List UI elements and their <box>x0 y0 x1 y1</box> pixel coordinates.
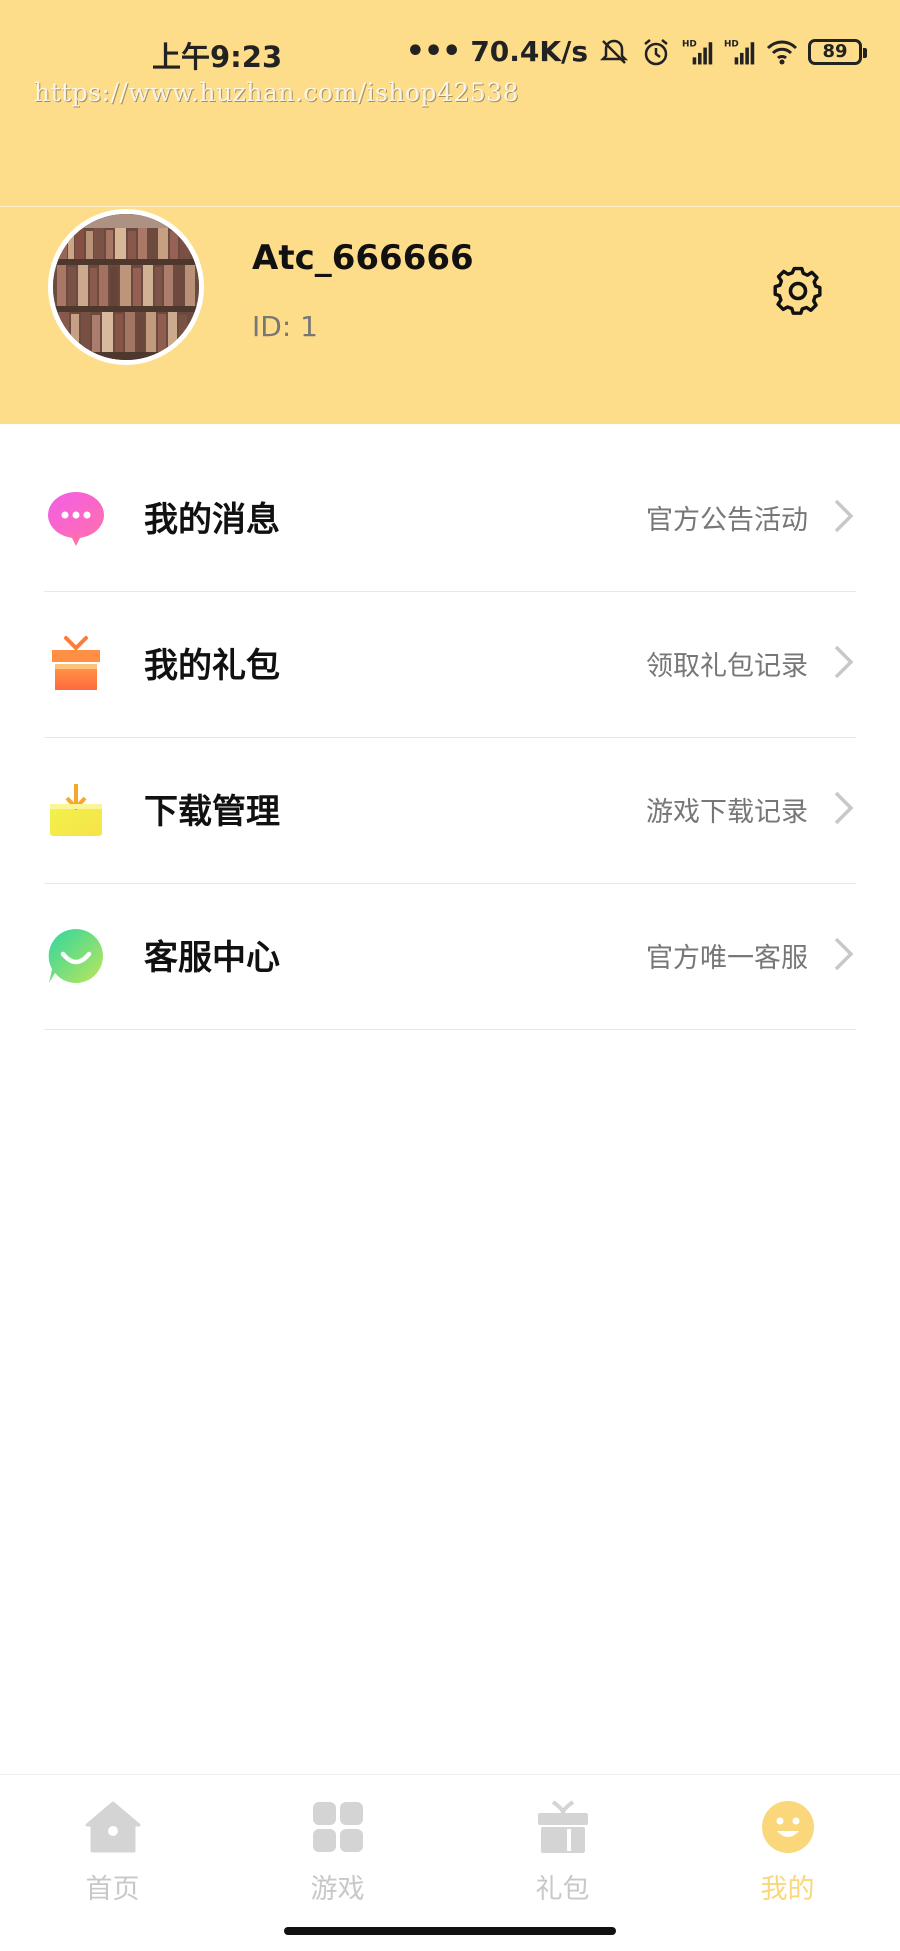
chevron-right-icon <box>834 791 854 825</box>
tab-label: 首页 <box>85 1874 140 1905</box>
avatar[interactable] <box>48 209 204 365</box>
battery-icon: 89 <box>808 38 867 65</box>
tab-gifts[interactable]: 礼包 <box>450 1775 675 1905</box>
chevron-right-icon <box>834 645 854 679</box>
menu-title: 下载管理 <box>144 792 280 832</box>
more-dots-icon: ••• <box>405 34 462 69</box>
menu-subtitle: 领取礼包记录 <box>646 651 808 682</box>
menu-title: 客服中心 <box>144 938 280 978</box>
tab-games[interactable]: 游戏 <box>225 1775 450 1905</box>
user-id: ID: 1 <box>252 310 318 343</box>
menu-item-gifts[interactable]: 我的礼包 领取礼包记录 <box>44 592 856 738</box>
smile-chat-icon <box>48 928 103 983</box>
watermark-text: https://www.huzhan.com/ishop42538 <box>34 78 520 107</box>
menu-item-messages[interactable]: 我的消息 官方公告活动 <box>44 446 856 592</box>
svg-text:HD: HD <box>682 39 697 49</box>
bookshelf-avatar <box>53 214 199 360</box>
status-bar: 上午9:23 ••• 70.4K/s HD HD 89 https://www.… <box>0 0 900 107</box>
gift-icon <box>538 1800 588 1853</box>
download-tray-icon <box>50 784 102 836</box>
status-time: 上午9:23 <box>152 40 283 74</box>
menu-title: 我的消息 <box>144 500 280 540</box>
gear-icon <box>773 266 822 315</box>
header-divider <box>0 206 900 207</box>
menu-title: 我的礼包 <box>144 646 280 686</box>
tab-mine[interactable]: 我的 <box>675 1775 900 1905</box>
menu-subtitle: 官方唯一客服 <box>646 943 808 974</box>
grid-icon <box>313 1802 363 1852</box>
chevron-right-icon <box>834 937 854 971</box>
hd-signal-icon: HD <box>724 39 755 64</box>
home-indicator <box>284 1927 616 1935</box>
menu-item-customer-service[interactable]: 客服中心 官方唯一客服 <box>44 884 856 1030</box>
network-speed: 70.4K/s <box>470 35 588 68</box>
smile-icon <box>762 1801 814 1853</box>
bottom-nav: 首页 游戏 礼包 我的 <box>0 1774 900 1951</box>
tab-label: 礼包 <box>535 1874 590 1905</box>
username: Atc_666666 <box>252 238 474 278</box>
menu-subtitle: 官方公告活动 <box>646 505 808 536</box>
battery-level: 89 <box>822 41 848 62</box>
menu-subtitle: 游戏下载记录 <box>646 797 808 828</box>
wifi-icon <box>766 40 798 64</box>
settings-button[interactable] <box>768 261 828 321</box>
tab-label: 游戏 <box>310 1874 365 1905</box>
svg-text:HD: HD <box>724 39 739 49</box>
menu-item-downloads[interactable]: 下载管理 游戏下载记录 <box>44 738 856 884</box>
tab-label: 我的 <box>760 1874 815 1905</box>
status-icons: ••• 70.4K/s HD HD 89 <box>405 34 867 69</box>
tab-home[interactable]: 首页 <box>0 1775 225 1905</box>
gift-box-icon <box>52 636 100 690</box>
home-icon <box>85 1801 141 1853</box>
alarm-icon <box>644 38 668 65</box>
mute-icon <box>599 39 629 64</box>
hd-signal-icon: HD <box>682 39 713 64</box>
message-bubble-icon <box>48 492 104 546</box>
chevron-right-icon <box>834 499 854 533</box>
